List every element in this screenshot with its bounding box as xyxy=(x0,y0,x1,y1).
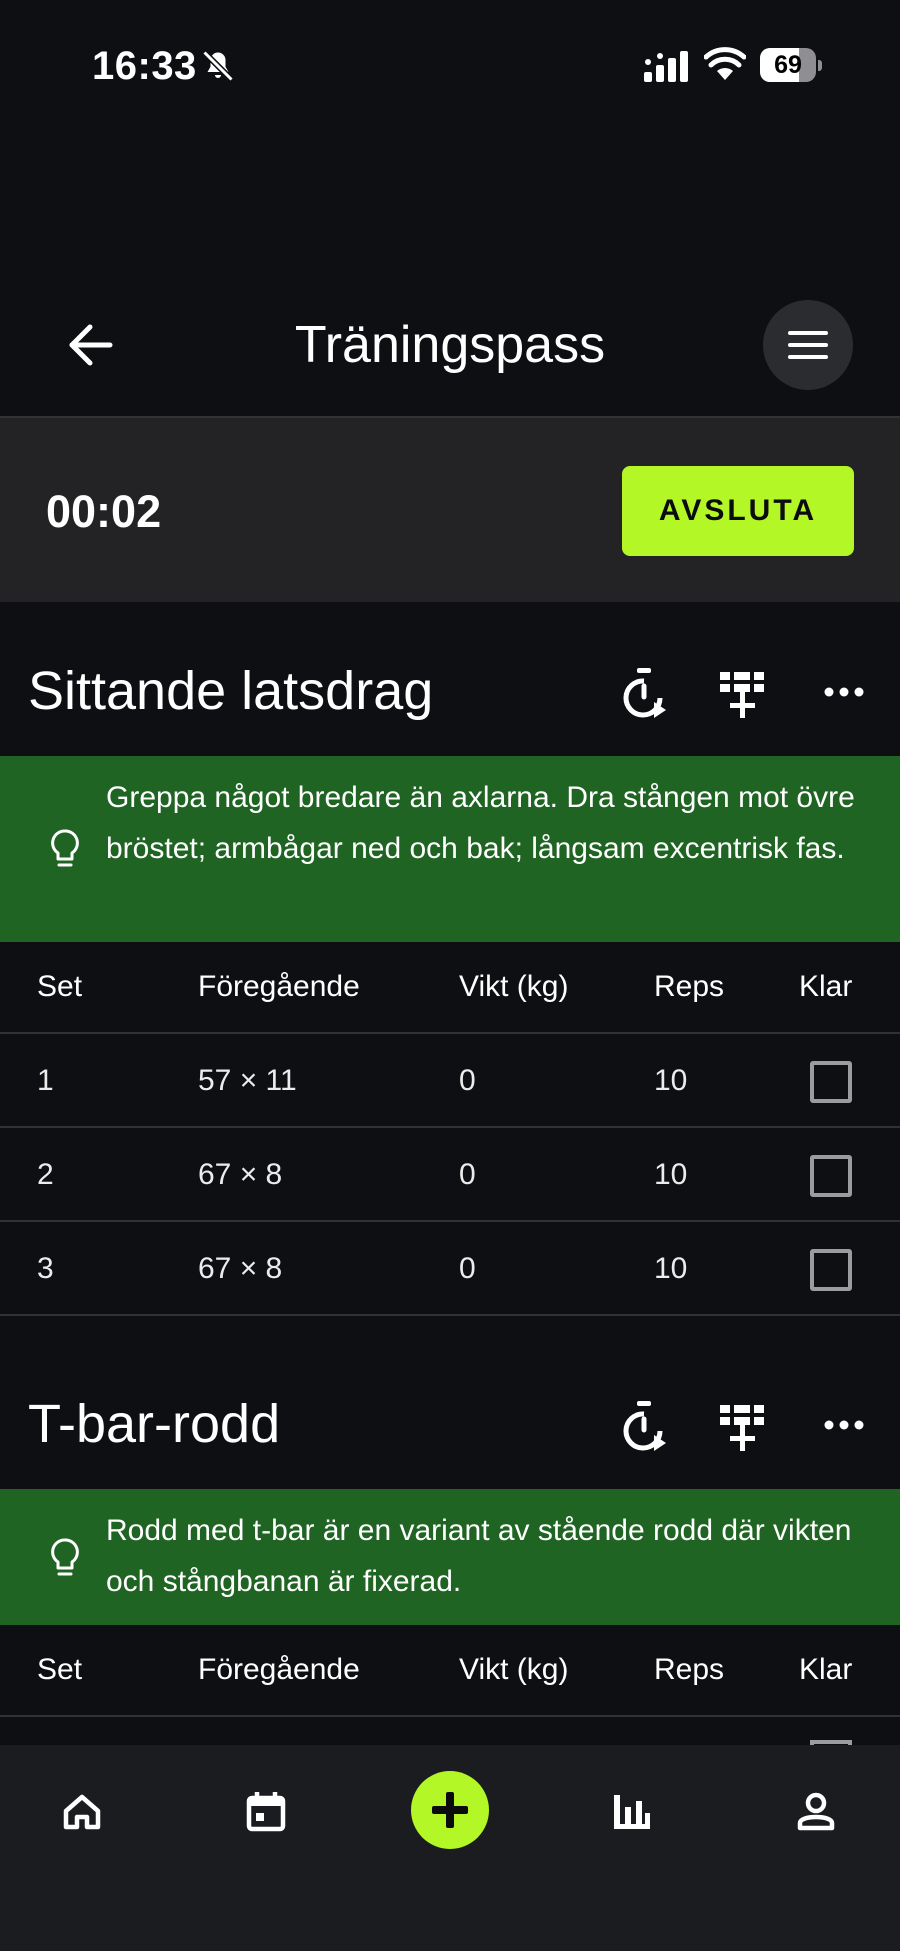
lightbulb-icon xyxy=(51,829,79,867)
set-done-checkbox[interactable] xyxy=(810,1249,852,1291)
column-header-reps: Reps xyxy=(654,1653,725,1686)
sets-table-header: Set Föregående Vikt (kg) Reps Klar xyxy=(0,1625,900,1717)
home-icon[interactable] xyxy=(52,1781,112,1841)
weight-input[interactable]: 0 xyxy=(459,1252,476,1286)
column-header-weight: Vikt (kg) xyxy=(459,970,569,1003)
add-set-icon[interactable] xyxy=(716,664,772,720)
reps-input[interactable]: 10 xyxy=(654,1064,687,1098)
set-row: 2 67 × 8 0 10 xyxy=(0,1128,900,1222)
column-header-done: Klar xyxy=(799,1653,853,1686)
workout-timer: 00:02 xyxy=(46,486,162,537)
add-icon xyxy=(432,1792,468,1828)
workout-timer-bar: 00:02 AVSLUTA xyxy=(0,418,900,602)
finish-workout-button[interactable]: AVSLUTA xyxy=(622,466,854,556)
set-done-checkbox[interactable] xyxy=(810,1061,852,1103)
add-workout-button[interactable] xyxy=(411,1771,489,1849)
set-done-checkbox[interactable] xyxy=(810,1155,852,1197)
wifi-icon xyxy=(704,47,746,80)
set-number: 1 xyxy=(37,1064,54,1097)
add-set-icon[interactable] xyxy=(716,1397,772,1453)
bottom-navigation xyxy=(0,1745,900,1951)
tip-text: Rodd med t-bar är en variant av stående … xyxy=(106,1514,852,1598)
previous-value: 57 × 11 xyxy=(198,1064,297,1097)
more-options-icon[interactable] xyxy=(816,664,872,720)
previous-value: 67 × 8 xyxy=(198,1158,283,1191)
rest-timer-icon[interactable] xyxy=(616,1397,672,1453)
battery-level: 69 xyxy=(774,51,802,79)
sets-table-header: Set Föregående Vikt (kg) Reps Klar xyxy=(0,942,900,1034)
rest-timer-icon[interactable] xyxy=(616,664,672,720)
set-number: 2 xyxy=(37,1158,54,1191)
set-row: 3 67 × 8 0 10 xyxy=(0,1222,900,1316)
previous-value: 67 × 8 xyxy=(198,1252,283,1285)
exercise-tip: Rodd med t-bar är en variant av stående … xyxy=(0,1489,900,1625)
set-number: 3 xyxy=(37,1252,54,1285)
hamburger-menu-icon xyxy=(788,331,828,359)
menu-button[interactable] xyxy=(763,300,853,390)
column-header-previous: Föregående xyxy=(198,1653,360,1686)
column-header-done: Klar xyxy=(799,970,853,1003)
app-header: Träningspass xyxy=(0,290,900,400)
weight-input[interactable]: 0 xyxy=(459,1064,476,1098)
column-header-set: Set xyxy=(37,970,83,1003)
more-options-icon[interactable] xyxy=(816,1397,872,1453)
stats-icon[interactable] xyxy=(602,1781,662,1841)
calendar-icon[interactable] xyxy=(236,1781,296,1841)
exercise-header: T-bar-rodd xyxy=(0,1361,900,1489)
exercise-title[interactable]: Sittande latsdrag xyxy=(28,658,433,724)
column-header-weight: Vikt (kg) xyxy=(459,1653,569,1686)
lightbulb-icon xyxy=(51,1538,79,1576)
exercise-header: Sittande latsdrag xyxy=(0,628,900,756)
signal-icon xyxy=(644,51,688,82)
column-header-reps: Reps xyxy=(654,970,725,1003)
set-row: 1 57 × 11 0 10 xyxy=(0,1034,900,1128)
exercise-tip: Greppa något bredare än axlarna. Dra stå… xyxy=(0,756,900,942)
profile-icon[interactable] xyxy=(786,1781,846,1841)
battery-icon: 69 xyxy=(760,48,822,82)
status-bar: 16:33 69 xyxy=(0,0,900,130)
column-header-set: Set xyxy=(37,1653,83,1686)
weight-input[interactable]: 0 xyxy=(459,1158,476,1192)
tip-text: Greppa något bredare än axlarna. Dra stå… xyxy=(106,781,855,865)
reps-input[interactable]: 10 xyxy=(654,1158,687,1192)
column-header-previous: Föregående xyxy=(198,970,360,1003)
status-time: 16:33 xyxy=(92,44,197,88)
bell-muted-icon xyxy=(202,50,234,82)
reps-input[interactable]: 10 xyxy=(654,1252,687,1286)
exercise-title[interactable]: T-bar-rodd xyxy=(28,1391,280,1457)
